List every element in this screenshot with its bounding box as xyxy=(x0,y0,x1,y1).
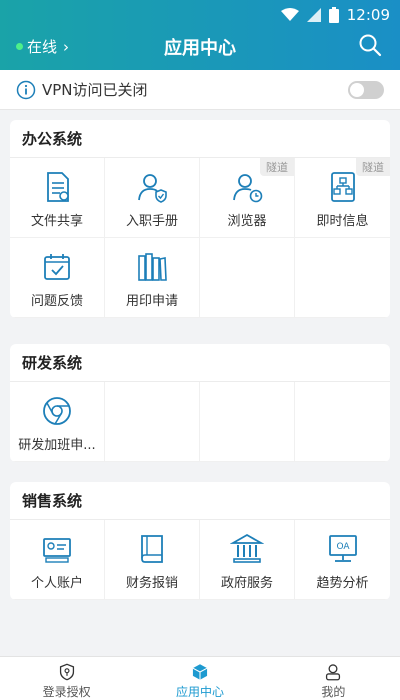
oa-monitor-icon: OA xyxy=(328,535,357,562)
signal-icon xyxy=(306,8,321,22)
calendar-check-icon xyxy=(44,254,70,280)
app-label: 入职手册 xyxy=(125,214,178,229)
app-rd-overtime[interactable]: 研发加班申... xyxy=(10,382,105,462)
app-label: 用印申请 xyxy=(125,294,178,309)
app-label: 研发加班申... xyxy=(18,438,96,453)
app-finance[interactable]: 财务报销 xyxy=(105,520,200,600)
app-instant-message[interactable]: 隧道 即时信息 xyxy=(295,158,390,238)
shield-key-icon xyxy=(59,663,74,681)
tunnel-tag: 隧道 xyxy=(260,158,294,176)
vpn-status-bar: VPN访问已关闭 xyxy=(0,70,400,110)
app-gov-service[interactable]: 政府服务 xyxy=(200,520,295,600)
app-file-share[interactable]: 文件共享 xyxy=(10,158,105,238)
section-title: 销售系统 xyxy=(10,482,390,520)
status-bar: 12:09 xyxy=(280,4,390,26)
section-title: 研发系统 xyxy=(10,344,390,382)
app-personal-account[interactable]: 个人账户 xyxy=(10,520,105,600)
app-trend-analysis[interactable]: OA 趋势分析 xyxy=(295,520,390,600)
app-feedback[interactable]: 问题反馈 xyxy=(10,238,105,318)
vpn-toggle[interactable] xyxy=(348,81,384,99)
empty-cell xyxy=(105,382,200,462)
tab-app-center[interactable]: 应用中心 xyxy=(133,657,266,700)
app-label: 浏览器 xyxy=(227,214,267,229)
app-label: 政府服务 xyxy=(220,576,273,591)
app-label: 财务报销 xyxy=(125,576,178,591)
empty-cell xyxy=(295,238,390,318)
header-bar: 12:09 在线 › 应用中心 xyxy=(0,0,400,70)
books-icon xyxy=(138,253,167,281)
bottom-tab-bar: 登录授权 应用中心 我的 xyxy=(0,656,400,700)
svg-text:OA: OA xyxy=(336,542,350,552)
empty-cell xyxy=(200,238,295,318)
org-chart-icon xyxy=(330,172,355,202)
user-clock-icon xyxy=(233,174,263,203)
tab-label: 应用中心 xyxy=(175,685,224,699)
document-icon xyxy=(47,172,69,202)
app-label: 即时信息 xyxy=(316,214,369,229)
book-icon xyxy=(141,535,163,563)
bank-icon xyxy=(230,533,264,563)
user-shield-icon xyxy=(138,174,167,203)
toggle-knob xyxy=(350,83,364,97)
app-browser[interactable]: 隧道 浏览器 xyxy=(200,158,295,238)
vpn-status-text: VPN访问已关闭 xyxy=(42,81,148,99)
section-rd: 研发系统 研发加班申... xyxy=(10,344,390,462)
wifi-icon xyxy=(280,8,299,21)
tab-label: 我的 xyxy=(321,685,346,699)
app-label: 问题反馈 xyxy=(30,294,83,309)
app-label: 趋势分析 xyxy=(316,576,369,591)
app-seal-request[interactable]: 用印申请 xyxy=(105,238,200,318)
account-icon xyxy=(43,538,71,563)
section-office: 办公系统 文件共享 入职手册 隧道 浏览器 隧道 即时信息 问题反馈 用印申请 xyxy=(10,120,390,318)
tab-label: 登录授权 xyxy=(42,685,91,699)
app-label: 个人账户 xyxy=(30,576,83,591)
search-icon[interactable] xyxy=(358,33,382,57)
tunnel-tag: 隧道 xyxy=(356,158,390,176)
status-time: 12:09 xyxy=(346,6,390,24)
cube-icon xyxy=(192,664,208,680)
battery-icon xyxy=(328,7,339,23)
info-icon xyxy=(16,80,36,99)
chrome-icon xyxy=(43,397,71,425)
section-sales: 销售系统 个人账户 财务报销 政府服务 OA 趋势分析 xyxy=(10,482,390,600)
profile-icon xyxy=(326,664,341,681)
tab-login-auth[interactable]: 登录授权 xyxy=(0,657,133,700)
tab-mine[interactable]: 我的 xyxy=(267,657,400,700)
empty-cell xyxy=(295,382,390,462)
page-title: 应用中心 xyxy=(164,38,236,59)
section-title: 办公系统 xyxy=(10,120,390,158)
empty-cell xyxy=(200,382,295,462)
app-label: 文件共享 xyxy=(30,214,83,229)
app-onboarding[interactable]: 入职手册 xyxy=(105,158,200,238)
